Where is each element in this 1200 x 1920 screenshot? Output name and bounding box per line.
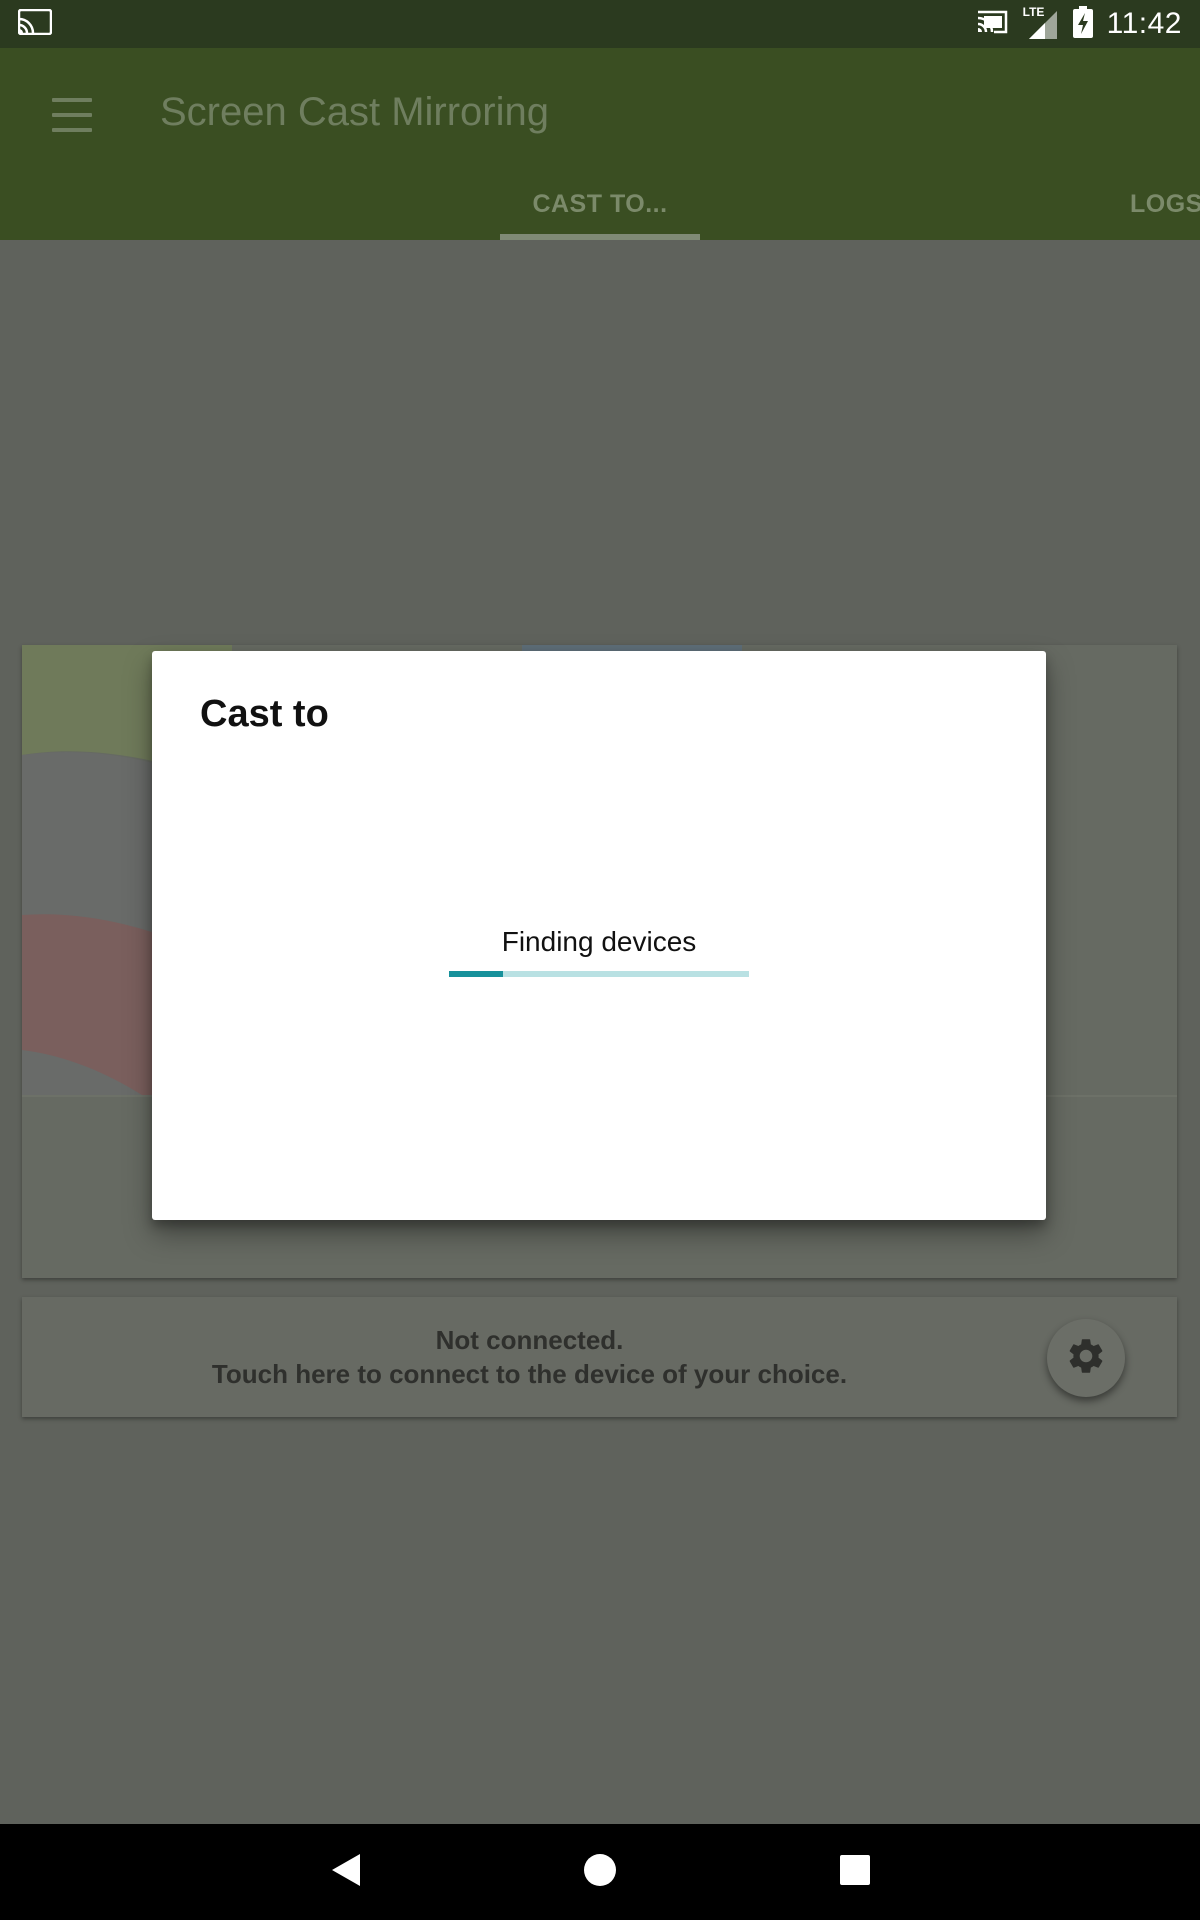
recents-button[interactable]: [827, 1844, 883, 1900]
home-button[interactable]: [572, 1844, 628, 1900]
cast-app-icon: [17, 8, 53, 40]
tab-indicator: [500, 234, 700, 240]
tab-cast-to[interactable]: CAST TO...: [500, 190, 700, 240]
gear-icon: [1065, 1335, 1107, 1382]
status-bar: LTE 11:42: [0, 0, 1200, 48]
back-icon: [328, 1852, 362, 1893]
battery-charging-icon: [1072, 5, 1093, 43]
cast-dialog: Cast to Finding devices: [152, 651, 1046, 1220]
screen: LTE 11:42 Screen Cast Mirroring CAST TO.…: [0, 0, 1200, 1920]
connection-status-text: Not connected.: [435, 1325, 624, 1355]
home-icon: [583, 1853, 617, 1892]
signal-icon: LTE: [1023, 5, 1059, 41]
app-title: Screen Cast Mirroring: [160, 90, 550, 134]
dialog-title: Cast to: [200, 693, 329, 735]
progress-fill: [449, 971, 503, 977]
status-time: 11:42: [1106, 7, 1182, 40]
back-button[interactable]: [317, 1844, 373, 1900]
status-right: LTE 11:42: [975, 5, 1182, 43]
settings-button[interactable]: [1047, 1319, 1125, 1397]
connection-hint-text: Touch here to connect to the device of y…: [211, 1359, 848, 1389]
menu-icon[interactable]: [46, 92, 98, 138]
nav-bar: [0, 1824, 1200, 1920]
tab-logs[interactable]: LOGS: [1130, 190, 1200, 240]
recents-icon: [840, 1854, 870, 1890]
app-bar: Screen Cast Mirroring CAST TO... LOGS: [0, 48, 1200, 240]
progress-bar: [449, 971, 749, 977]
connection-status-card[interactable]: Not connected. Touch here to connect to …: [22, 1297, 1177, 1417]
cast-connected-icon: [975, 8, 1009, 41]
status-left: [17, 8, 53, 40]
finding-devices-label: Finding devices: [501, 926, 697, 957]
